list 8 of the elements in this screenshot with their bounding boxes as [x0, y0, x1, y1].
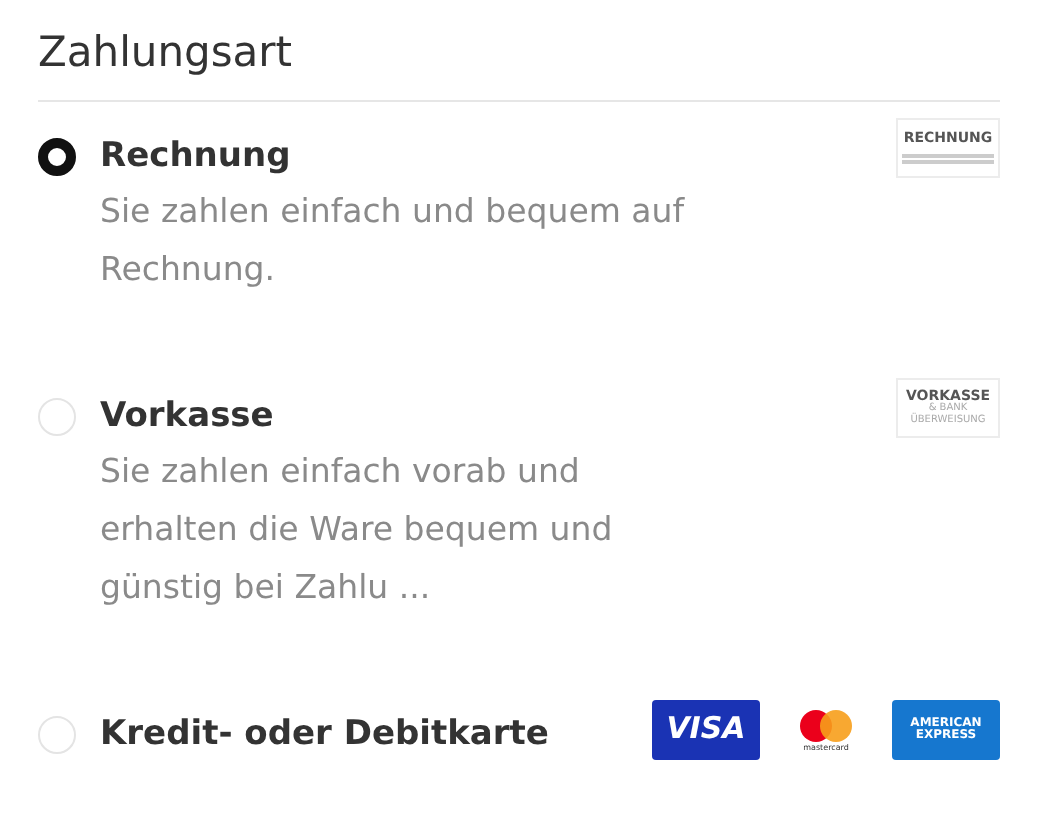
card-logo: VISA — [652, 700, 760, 760]
option-description: Sie zahlen einfach vorab und erhalten die Ware bequem und günstig bei Zahlu ... — [100, 450, 615, 610]
option-label[interactable]: Kredit- oder Debitkarte — [100, 708, 652, 760]
option-description: Sie zahlen einfach und bequem auf Rechnung. — [100, 190, 687, 292]
section-title: Zahlungsart — [38, 28, 1000, 102]
option-label[interactable]: Rechnung — [100, 130, 896, 182]
radio-button[interactable] — [38, 138, 76, 176]
option-label[interactable]: Vorkasse — [100, 390, 896, 442]
